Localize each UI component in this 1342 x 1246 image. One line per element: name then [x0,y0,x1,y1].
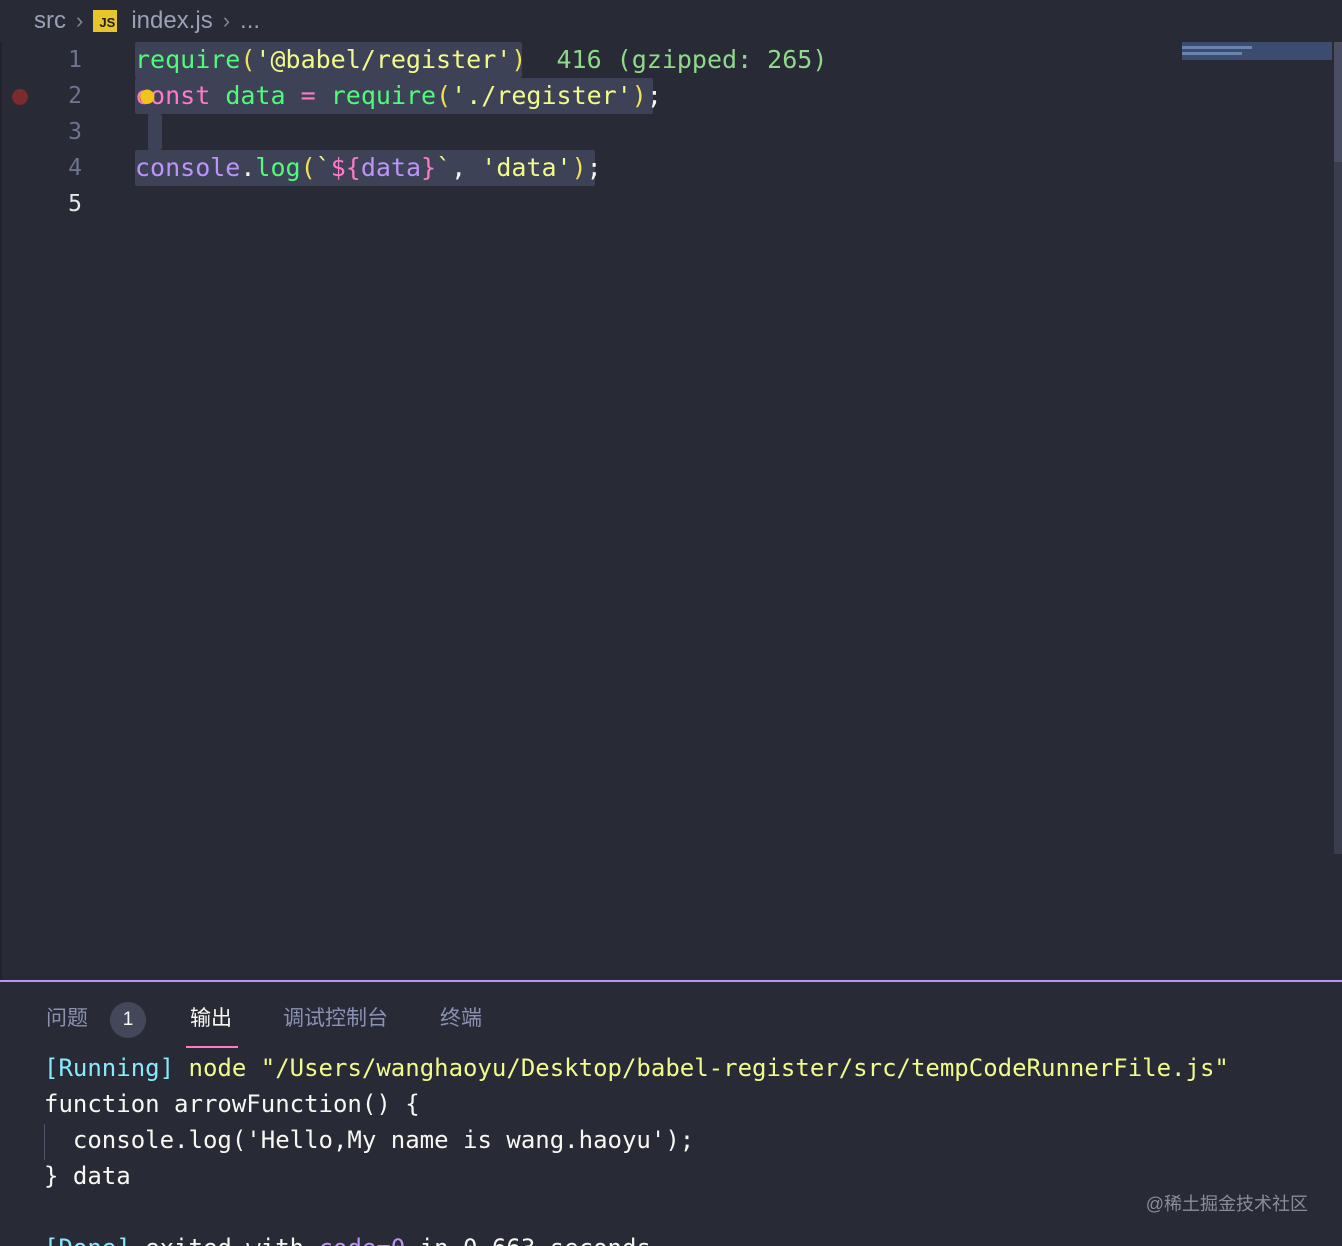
code-text[interactable]: const data = require('./register'); [135,78,662,114]
vertical-scrollbar[interactable] [1334,42,1342,854]
code-line[interactable]: 1 require('@babel/register') 416 (gzippe… [0,42,1330,78]
minimap-line [1182,46,1252,49]
tab-problems[interactable]: 问题 [46,1004,88,1034]
output-line: console.log('Hello,My name is wang.haoyu… [44,1126,695,1154]
scrollbar-thumb[interactable] [1334,42,1342,162]
code-text[interactable]: require('@babel/register') 416 (gzipped:… [135,42,827,78]
javascript-file-icon: JS [93,10,118,32]
breadcrumb-folder[interactable]: src [34,7,66,35]
code-line[interactable]: 3 [0,114,1330,150]
code-editor[interactable]: 1 require('@babel/register') 416 (gzippe… [0,42,1342,980]
chevron-right-icon: › [76,8,84,33]
code-line[interactable]: 4 console.log(`${data}`, 'data'); [0,150,1330,186]
tab-terminal[interactable]: 终端 [440,1004,482,1034]
problems-count-badge: 1 [110,1002,146,1038]
import-cost-hint: 416 (gzipped: 265) [556,45,828,74]
code-text[interactable]: console.log(`${data}`, 'data'); [135,150,602,186]
output-line: [Done] exited with code=0 in 0.663 secon… [44,1230,651,1246]
active-tab-indicator [186,1046,238,1048]
line-number: 3 [68,119,82,145]
minimap-line [1182,52,1242,55]
breadcrumb: src › JS index.js › ... [0,0,1342,42]
line-number: 5 [68,191,82,217]
tab-debug-console[interactable]: 调试控制台 [283,1004,388,1034]
breadcrumb-file[interactable]: index.js [131,7,212,35]
output-line: } data [44,1162,131,1190]
minimap-slider[interactable] [1182,42,1332,60]
watermark: @稀土掘金技术社区 [1145,1194,1308,1214]
line-number: 2 [68,83,82,109]
breakpoint-icon[interactable] [12,89,28,105]
output-line: [Running] node "/Users/wanghaoyu/Desktop… [44,1054,1229,1082]
code-line[interactable]: 5 [0,186,1330,222]
output-panel: 问题 1 输出 调试控制台 终端 [Running] node "/Users/… [0,980,1342,1246]
breadcrumb-more[interactable]: ... [240,7,260,35]
lightbulb-icon[interactable]: ● [140,82,154,108]
chevron-right-icon: › [222,8,231,33]
code-line[interactable]: 2 const data = require('./register'); ● [0,78,1330,114]
line-number: 1 [68,47,82,73]
tab-output[interactable]: 输出 [190,1004,232,1034]
line-number: 4 [68,155,82,181]
panel-tabs: 问题 1 输出 调试控制台 终端 [0,982,1342,1056]
output-line: function arrowFunction() { [44,1090,420,1118]
